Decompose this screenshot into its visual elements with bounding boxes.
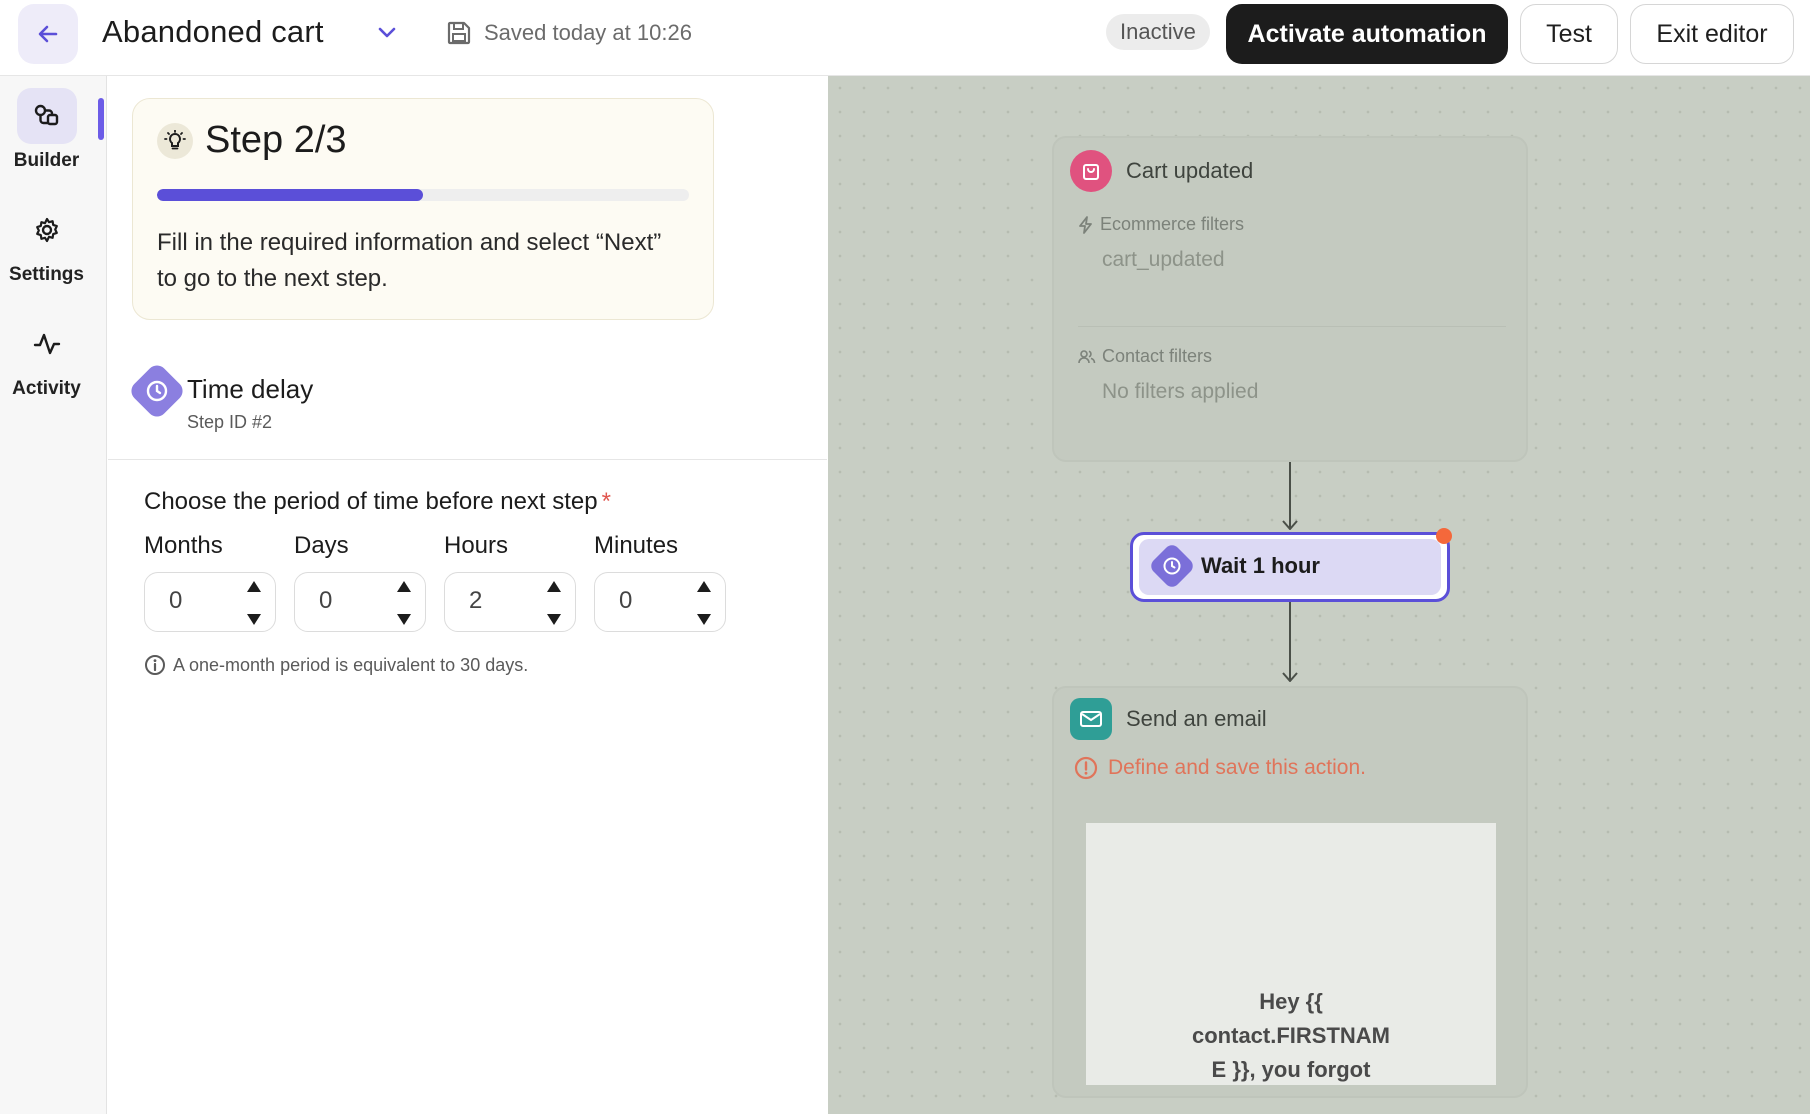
months-stepper[interactable]: [245, 581, 263, 625]
hours-input[interactable]: 2: [444, 572, 576, 632]
exit-editor-button[interactable]: Exit editor: [1630, 4, 1794, 64]
months-label: Months: [144, 532, 223, 559]
connector-line: [1289, 602, 1291, 680]
divider: [108, 459, 827, 460]
workflow-canvas[interactable]: Cart updated Ecommerce filters cart_upda…: [828, 76, 1810, 1114]
minutes-input[interactable]: 0: [594, 572, 726, 632]
decrement-icon[interactable]: [697, 614, 711, 625]
step-progress-card: Step 2/3 Fill in the required informatio…: [132, 98, 714, 320]
lightbulb-icon: [164, 130, 186, 150]
clock-icon: [1163, 557, 1181, 575]
activate-automation-button[interactable]: Activate automation: [1226, 4, 1508, 64]
node-title: Cart updated: [1126, 158, 1254, 183]
divider: [1078, 326, 1506, 327]
wait-node-label: Wait 1 hour: [1201, 553, 1320, 578]
days-stepper[interactable]: [395, 581, 413, 625]
action-warning: Define and save this action.: [1074, 756, 1366, 780]
arrow-down-icon: [1282, 672, 1298, 682]
contact-filters-value: No filters applied: [1102, 380, 1259, 403]
builder-icon: [34, 104, 58, 126]
sidebar-item-label: Settings: [9, 264, 84, 285]
test-button[interactable]: Test: [1520, 4, 1618, 64]
period-info: A one-month period is equivalent to 30 d…: [144, 654, 528, 676]
sidebar-item-label: Builder: [13, 150, 80, 171]
connector-line: [1289, 462, 1291, 528]
left-sidebar: Builder Settings Activity: [0, 76, 107, 1114]
ecommerce-filters-label: Ecommerce filters: [1078, 214, 1244, 235]
trigger-node-cart-updated[interactable]: Cart updated Ecommerce filters cart_upda…: [1052, 136, 1528, 462]
wait-node[interactable]: Wait 1 hour: [1130, 532, 1450, 602]
unsaved-indicator: [1436, 528, 1452, 544]
automation-title: Abandoned cart: [102, 14, 324, 49]
increment-icon[interactable]: [547, 581, 561, 592]
ecommerce-filters-value: cart_updated: [1102, 248, 1225, 271]
step-counter-title: Step 2/3: [205, 119, 347, 161]
warning-icon: [1074, 756, 1098, 780]
hours-stepper[interactable]: [545, 581, 563, 625]
arrow-down-icon: [1282, 520, 1298, 530]
info-icon: [145, 655, 165, 675]
months-input[interactable]: 0: [144, 572, 276, 632]
step-config-panel: Step 2/3 Fill in the required informatio…: [108, 76, 827, 1114]
minutes-stepper[interactable]: [695, 581, 713, 625]
hours-label: Hours: [444, 532, 509, 559]
decrement-icon[interactable]: [247, 614, 261, 625]
activity-icon: [33, 333, 60, 355]
save-icon: [447, 21, 471, 45]
days-input[interactable]: 0: [294, 572, 426, 632]
step-instructions: Fill in the required information and sel…: [157, 229, 662, 292]
users-icon: [1078, 349, 1096, 363]
email-preview-text: Hey {{ contact.FIRSTNAM E }}, you forgot: [1192, 989, 1390, 1082]
envelope-icon: [1080, 711, 1102, 727]
shopping-bag-icon: [1083, 164, 1099, 180]
sidebar-item-activity[interactable]: Activity: [0, 316, 93, 400]
sidebar-item-settings[interactable]: Settings: [0, 202, 93, 286]
increment-icon[interactable]: [247, 581, 261, 592]
decrement-icon[interactable]: [547, 614, 561, 625]
arrow-left-icon: [38, 25, 58, 43]
top-bar: Abandoned cart Saved today at 10:26 Inac…: [0, 0, 1810, 76]
increment-icon[interactable]: [397, 581, 411, 592]
status-badge: Inactive: [1106, 14, 1210, 50]
step-progress-bar: [157, 189, 689, 201]
node-title: Send an email: [1126, 706, 1267, 731]
title-menu-toggle[interactable]: [372, 18, 402, 48]
back-button[interactable]: [18, 4, 78, 64]
required-marker: *: [601, 488, 611, 515]
lightning-icon: [1079, 215, 1092, 234]
step-id: Step ID #2: [187, 412, 273, 432]
chevron-down-icon: [378, 27, 396, 38]
saved-status: Saved today at 10:26: [484, 20, 692, 45]
period-label: Choose the period of time before next st…: [144, 488, 611, 515]
clock-icon: [146, 380, 168, 402]
active-indicator: [98, 98, 104, 140]
decrement-icon[interactable]: [397, 614, 411, 625]
sidebar-item-builder[interactable]: Builder: [0, 88, 93, 172]
contact-filters-label: Contact filters: [1078, 346, 1212, 367]
increment-icon[interactable]: [697, 581, 711, 592]
minutes-label: Minutes: [594, 532, 679, 559]
sidebar-item-label: Activity: [12, 378, 81, 399]
days-label: Days: [294, 532, 349, 559]
step-progress-fill: [157, 189, 423, 201]
gear-icon: [35, 217, 58, 243]
email-preview[interactable]: Hey {{ contact.FIRSTNAM E }}, you forgot: [1086, 823, 1496, 1085]
step-name: Time delay: [187, 374, 314, 404]
